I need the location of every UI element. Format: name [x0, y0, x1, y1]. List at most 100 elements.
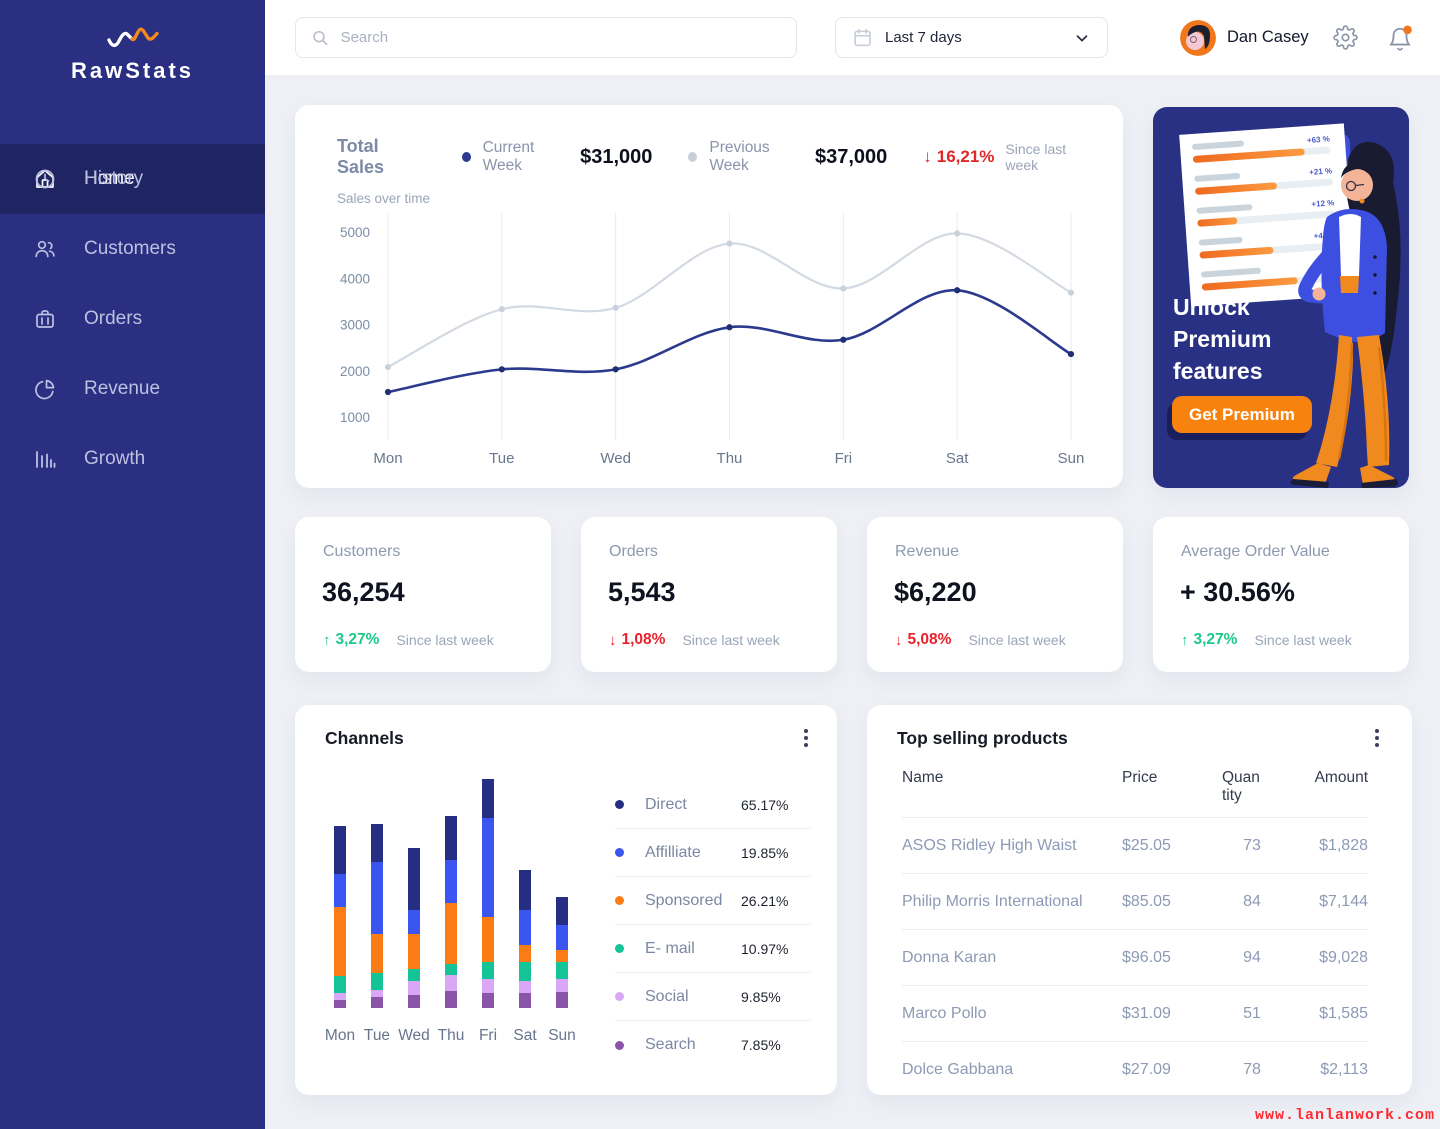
table-cell: Philip Morris International [902, 874, 1122, 930]
svg-text:1000: 1000 [340, 410, 370, 425]
column-header-price: Price [1122, 763, 1222, 818]
bar-segment-sponsored [556, 950, 568, 962]
svg-text:4000: 4000 [340, 271, 370, 286]
table-cell: $85.05 [1122, 874, 1222, 930]
bar-stack [334, 826, 346, 1008]
table-cell: 84 [1222, 874, 1282, 930]
bar-segment-search [371, 997, 383, 1008]
table-cell: Dolce Gabbana [902, 1042, 1122, 1098]
stat-value: 36,254 [322, 577, 405, 608]
bar-segment-search [408, 995, 420, 1008]
sidebar: RawStats Home Customers Ord [0, 0, 265, 1129]
date-range-select[interactable]: Last 7 days [835, 17, 1108, 58]
svg-text:Thu: Thu [717, 450, 743, 467]
legend-current-week: Current Week $31,000 [462, 139, 653, 175]
table-row: Philip Morris International$85.0584$7,14… [902, 874, 1368, 930]
legend-percentage: 65.17% [741, 797, 811, 813]
bar-segment-sponsored [445, 903, 457, 964]
bar-category-label: Wed [398, 1027, 430, 1045]
chevron-down-icon [1073, 29, 1091, 47]
bar-category-label: Mon [325, 1027, 355, 1045]
bar-segment-search [556, 992, 568, 1008]
bar-segment-sponsored [482, 917, 494, 962]
arrow-up-icon: ↑ [323, 632, 331, 649]
stat-card-orders: Orders 5,543 ↓ 1,08% Since last week [581, 517, 837, 672]
panel-percentage-label: +12 % [1311, 198, 1334, 209]
legend-label: Direct [645, 796, 741, 814]
bar-category-label: Fri [479, 1027, 497, 1045]
svg-text:Fri: Fri [835, 450, 853, 467]
sales-card-title: Total Sales [337, 136, 426, 178]
bar-segment-social [408, 981, 420, 995]
table-cell: $9,028 [1282, 930, 1368, 986]
stat-value: + 30.56% [1180, 577, 1295, 608]
legend-dot-icon [615, 848, 624, 857]
settings-button[interactable] [1333, 25, 1359, 53]
current-week-dot-icon [462, 152, 471, 162]
sales-delta-caption: Since last week [1005, 141, 1093, 173]
logo-wave-icon [106, 26, 160, 52]
bar-segment-direct [334, 826, 346, 874]
gear-icon [1333, 25, 1358, 50]
table-cell: 73 [1222, 818, 1282, 874]
date-range-value: Last 7 days [885, 29, 1061, 46]
bar-stack [556, 897, 568, 1008]
table-cell: ASOS Ridley High Waist [902, 818, 1122, 874]
table-cell: 94 [1222, 930, 1282, 986]
kebab-menu-icon[interactable] [797, 729, 815, 749]
bar-segment-sponsored [371, 934, 383, 973]
bar-stack [519, 870, 531, 1008]
table-cell: $96.05 [1122, 930, 1222, 986]
legend-label: Social [645, 988, 741, 1006]
table-header-row: Name Price Quantity Amount [902, 763, 1368, 818]
search-box[interactable] [295, 17, 797, 58]
svg-text:Sun: Sun [1058, 450, 1085, 467]
bar-segment-search [334, 1000, 346, 1008]
channels-card: Channels MonTueWedThuFriSatSun Direct65.… [295, 705, 837, 1095]
bar-segment-social [519, 981, 531, 993]
search-input[interactable] [341, 29, 782, 46]
bar-segment-email [482, 962, 494, 979]
bar-segment-affilliate [334, 874, 346, 907]
avatar[interactable] [1180, 20, 1216, 56]
bar-segment-search [445, 991, 457, 1008]
panel-percentage-label: +21 % [1309, 166, 1332, 177]
channels-title: Channels [325, 728, 404, 749]
sales-delta-value: 16,21% [937, 147, 995, 167]
total-sales-card: Total Sales Current Week $31,000 Previou… [295, 105, 1123, 488]
legend-percentage: 10.97% [741, 941, 811, 957]
bar-segment-affilliate [445, 860, 457, 903]
stat-label: Revenue [895, 543, 959, 561]
kebab-menu-icon[interactable] [1368, 729, 1386, 749]
bar-segment-affilliate [408, 910, 420, 934]
panel-percentage-label: +56 % [1316, 262, 1339, 273]
channels-legend: Direct65.17%Affilliate19.85%Sponsored26.… [615, 781, 811, 1069]
legend-label: Search [645, 1036, 741, 1054]
top-selling-products-card: Top selling products Name Price Quantity… [867, 705, 1412, 1095]
stat-delta: ↑ 3,27% Since last week [1181, 631, 1352, 649]
panel-percentage-label: +47 % [1313, 230, 1336, 241]
stat-card-average-order-value: Average Order Value + 30.56% ↑ 3,27% Sin… [1153, 517, 1409, 672]
legend-item: Search7.85% [615, 1021, 811, 1069]
bar-segment-email [371, 973, 383, 990]
arrow-up-icon: ↑ [1181, 632, 1189, 649]
bar-segment-sponsored [334, 907, 346, 976]
legend-percentage: 26.21% [741, 893, 811, 909]
sidebar-item-history[interactable]: History [0, 144, 265, 214]
sidebar-nav-bottom: History [0, 144, 265, 1090]
bell-icon [1387, 25, 1413, 53]
notifications-button[interactable] [1387, 25, 1413, 53]
bar-segment-email [408, 969, 420, 981]
bar-segment-direct [408, 848, 420, 910]
bar-column: Wed [397, 783, 431, 1045]
column-header-amount: Amount [1282, 763, 1368, 818]
get-premium-button[interactable]: Get Premium [1172, 396, 1312, 433]
bar-segment-search [519, 993, 531, 1008]
legend-label: Current Week [483, 139, 568, 175]
stat-label: Average Order Value [1181, 543, 1330, 561]
svg-text:3000: 3000 [340, 318, 370, 333]
bar-segment-affilliate [371, 862, 383, 934]
bar-segment-social [445, 975, 457, 991]
channels-bar-chart: MonTueWedThuFriSatSun [323, 783, 579, 1045]
table-cell: 51 [1222, 986, 1282, 1042]
